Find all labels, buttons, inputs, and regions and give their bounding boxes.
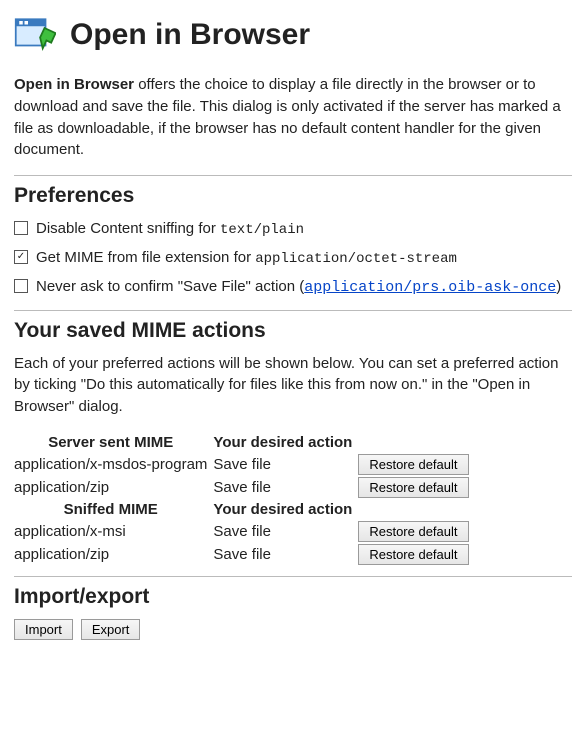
preferences-heading: Preferences: [14, 184, 572, 208]
pref-disable-sniffing: Disable Content sniffing for text/plain: [14, 218, 572, 241]
mime-cell: application/x-msi: [14, 520, 213, 543]
action-cell: Save file: [213, 453, 358, 476]
col-desired-action: Your desired action: [213, 432, 358, 453]
divider: [14, 310, 572, 311]
action-cell: Save file: [213, 476, 358, 499]
checkbox-get-mime-ext[interactable]: ✓: [14, 250, 28, 264]
col-server-mime: Server sent MIME: [14, 432, 213, 453]
restore-default-button[interactable]: Restore default: [358, 454, 468, 475]
col-sniffed-mime: Sniffed MIME: [14, 499, 213, 520]
table-row: application/zip Save file Restore defaul…: [14, 476, 475, 499]
export-button[interactable]: Export: [81, 619, 141, 640]
intro-bold: Open in Browser: [14, 76, 134, 93]
mime-cell: application/zip: [14, 476, 213, 499]
table-header-row: Server sent MIME Your desired action: [14, 432, 475, 453]
pref-disable-sniffing-code: text/plain: [220, 222, 304, 238]
col-desired-action-2: Your desired action: [213, 499, 358, 520]
restore-default-button[interactable]: Restore default: [358, 477, 468, 498]
action-cell: Save file: [213, 520, 358, 543]
intro-paragraph: Open in Browser offers the choice to dis…: [14, 74, 572, 161]
header: Open in Browser: [14, 14, 572, 56]
checkbox-never-ask[interactable]: [14, 279, 28, 293]
divider: [14, 175, 572, 176]
mime-cell: application/x-msdos-program: [14, 453, 213, 476]
pref-get-mime-ext-code: application/octet-stream: [255, 251, 457, 267]
action-cell: Save file: [213, 543, 358, 566]
mime-link-ask-once[interactable]: application/prs.oib-ask-once: [304, 279, 556, 296]
table-row: application/x-msdos-program Save file Re…: [14, 453, 475, 476]
divider: [14, 576, 572, 577]
table-row: application/zip Save file Restore defaul…: [14, 543, 475, 566]
pref-get-mime-ext-label: Get MIME from file extension for: [36, 249, 255, 266]
restore-default-button[interactable]: Restore default: [358, 521, 468, 542]
server-mime-table: Server sent MIME Your desired action app…: [14, 432, 475, 566]
import-export-row: Import Export: [14, 619, 572, 640]
open-in-browser-icon: [14, 14, 56, 56]
mime-cell: application/zip: [14, 543, 213, 566]
restore-default-button[interactable]: Restore default: [358, 544, 468, 565]
pref-disable-sniffing-label: Disable Content sniffing for: [36, 220, 220, 237]
table-row: application/x-msi Save file Restore defa…: [14, 520, 475, 543]
page-title: Open in Browser: [70, 18, 310, 52]
pref-never-ask: Never ask to confirm "Save File" action …: [14, 276, 572, 300]
import-export-heading: Import/export: [14, 585, 572, 609]
pref-never-ask-label-post: ): [556, 278, 561, 295]
table-header-row: Sniffed MIME Your desired action: [14, 499, 475, 520]
pref-get-mime-ext: ✓ Get MIME from file extension for appli…: [14, 247, 572, 270]
mime-actions-heading: Your saved MIME actions: [14, 319, 572, 343]
pref-never-ask-label-pre: Never ask to confirm "Save File" action …: [36, 278, 304, 295]
import-button[interactable]: Import: [14, 619, 73, 640]
checkbox-disable-sniffing[interactable]: [14, 221, 28, 235]
mime-actions-intro: Each of your preferred actions will be s…: [14, 353, 572, 418]
